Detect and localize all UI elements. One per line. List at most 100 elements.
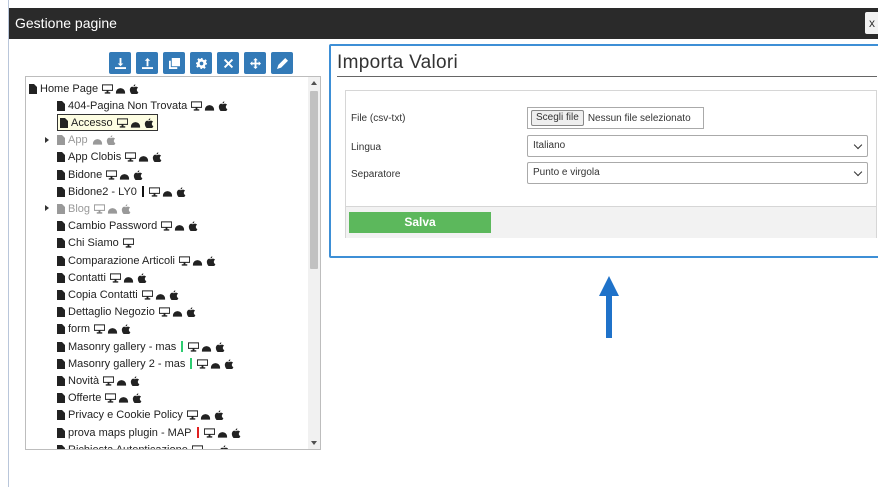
copy-button[interactable] (163, 52, 185, 74)
dialog-titlebar: Gestione pagine x (9, 8, 878, 39)
android-icon (123, 274, 134, 283)
android-icon (200, 411, 211, 420)
android-icon (139, 153, 149, 162)
desktop-icon (94, 204, 106, 214)
expand-caret-icon[interactable] (45, 205, 49, 212)
page-icon (29, 83, 37, 94)
apple-icon (129, 83, 139, 94)
tree-item[interactable]: Dettaglio Negozio (57, 304, 196, 321)
page-icon (57, 358, 65, 369)
device-icons (191, 445, 229, 449)
scroll-up-arrow[interactable] (311, 81, 317, 85)
file-input[interactable]: Scegli file Nessun file selezionato (527, 107, 704, 129)
desktop-icon (122, 238, 134, 248)
title-divider (337, 76, 877, 77)
desktop-icon (188, 341, 200, 352)
desktop-icon (109, 273, 121, 283)
tree-item[interactable]: App Clobis (57, 149, 162, 166)
separator-label: Separatore (351, 169, 401, 180)
tree-item-label: Offerte (68, 392, 102, 405)
status-bar-marker (141, 186, 144, 198)
tree-item-label: Cambio Password (68, 220, 158, 233)
apple-icon (131, 376, 140, 386)
tree-item[interactable]: Contatti (57, 269, 147, 286)
tree-item[interactable]: Privacy e Cookie Policy (57, 407, 224, 424)
tree-item[interactable]: Home Page (29, 80, 139, 97)
tree-item[interactable]: Blog (45, 200, 131, 217)
device-icons (158, 307, 196, 318)
page-icon (57, 272, 65, 283)
upload-icon (141, 57, 153, 69)
tree-item[interactable]: Offerte (57, 390, 142, 407)
selected-item-highlight[interactable]: Accesso (57, 114, 158, 132)
apple-icon (176, 187, 186, 197)
apple-icon (225, 359, 234, 369)
tree-item[interactable]: form (57, 321, 131, 338)
move-button[interactable] (244, 52, 266, 74)
device-icons (161, 221, 198, 232)
choose-file-button[interactable]: Scegli file (531, 110, 584, 126)
close-button[interactable]: x (865, 12, 878, 34)
tree-item-label: Home Page (40, 82, 99, 95)
android-icon (172, 308, 182, 317)
desktop-icon (103, 376, 115, 386)
apple-icon (216, 341, 225, 352)
tree-item[interactable]: 404-Pagina Non Trovata (57, 97, 228, 114)
tree-item[interactable]: Accesso (57, 114, 158, 132)
tree-item[interactable]: Masonry gallery - mas (57, 338, 225, 355)
desktop-icon (191, 101, 203, 111)
separator-select[interactable]: Punto e virgola (527, 162, 868, 184)
dialog-title: Gestione pagine (15, 15, 117, 31)
download-button[interactable] (109, 52, 131, 74)
tree-item-label: Accesso (71, 116, 113, 129)
tree-item[interactable]: Comparazione Articoli (57, 252, 216, 269)
device-icons (94, 204, 131, 214)
import-form: File (csv-txt) Scegli file Nessun file s… (345, 90, 877, 238)
close-button[interactable] (217, 52, 239, 74)
tree-item[interactable]: Chi Siamo (57, 235, 134, 252)
scroll-thumb[interactable] (310, 91, 318, 269)
tree-item-label: Bidone2 - LY0 (68, 185, 137, 198)
page-icon (57, 255, 65, 266)
tree-item-label: Chi Siamo (68, 237, 119, 250)
page-icon (57, 444, 65, 449)
apple-icon (144, 118, 153, 128)
expand-caret-icon[interactable] (45, 136, 49, 143)
device-icons (188, 341, 225, 352)
tree-scrollbar[interactable] (308, 77, 320, 449)
device-icons (109, 273, 147, 283)
tree-item-label: Blog (68, 202, 91, 215)
close-icon (223, 58, 233, 68)
tree-item[interactable]: Masonry gallery 2 - mas (57, 355, 234, 372)
tree-item[interactable]: Cambio Password (57, 218, 198, 235)
language-label: Lingua (351, 142, 382, 153)
pencil-button[interactable] (271, 52, 293, 74)
tree-item[interactable]: Copia Contatti (57, 286, 179, 303)
android-icon (107, 325, 118, 334)
tree-item[interactable]: Novità (57, 372, 140, 389)
page-icon (57, 324, 65, 335)
tree-item[interactable]: App (45, 132, 116, 149)
apple-icon (121, 324, 131, 335)
chevron-down-icon (853, 140, 863, 150)
tree-item[interactable]: Bidone (57, 166, 143, 183)
tree-item-label: Richiesta Autenticazione (68, 443, 188, 450)
scroll-down-arrow[interactable] (311, 441, 317, 445)
android-icon (162, 188, 172, 197)
apple-icon (134, 169, 143, 180)
form-footer: Salva (346, 206, 876, 238)
upload-button[interactable] (136, 52, 158, 74)
move-icon (249, 57, 261, 69)
tree-item[interactable]: Bidone2 - LY0 (57, 183, 186, 200)
page-tree[interactable]: Home Page 404-Pagina Non Trovata Accesso Ap… (25, 76, 321, 450)
download-icon (114, 57, 126, 69)
gear-button[interactable] (190, 52, 212, 74)
save-button[interactable]: Salva (349, 212, 491, 233)
android-icon (205, 102, 215, 111)
tree-item[interactable]: prova maps plugin - MAP (57, 424, 241, 441)
tree-item-label: Comparazione Articoli (68, 254, 175, 267)
apple-icon (214, 410, 224, 421)
device-icons (186, 410, 224, 421)
tree-item[interactable]: Richiesta Autenticazione (57, 441, 229, 450)
language-select[interactable]: Italiano (527, 135, 868, 157)
